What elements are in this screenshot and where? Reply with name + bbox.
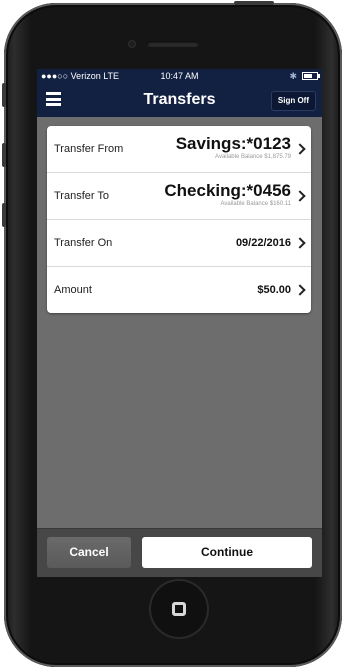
transfer-on-label: Transfer On (54, 237, 113, 249)
status-bar: ●●●○○ Verizon LTE 10:47 AM ✱ (37, 69, 322, 83)
chevron-right-icon (294, 237, 306, 249)
amount-value: $50.00 (257, 284, 291, 296)
battery-icon (302, 72, 320, 80)
transfer-form-card: Transfer From Savings:*0123 Available Ba… (47, 126, 311, 313)
home-square-icon (172, 602, 186, 616)
from-account-balance: Available Balance $1,875.79 (215, 154, 291, 160)
transfer-to-label: Transfer To (54, 190, 110, 202)
transfer-to-row[interactable]: Transfer To Checking:*0456 Available Bal… (47, 173, 311, 220)
phone-frame: ●●●○○ Verizon LTE 10:47 AM ✱ Transfers S… (2, 1, 342, 667)
transfer-from-label: Transfer From (54, 143, 124, 155)
transfer-date-container: 09/22/2016 (236, 220, 291, 266)
amount-row[interactable]: Amount $50.00 (47, 267, 311, 313)
sign-off-button[interactable]: Sign Off (270, 91, 316, 111)
volume-up-button (2, 143, 6, 167)
amount-label: Amount (54, 284, 92, 296)
navigation-bar: Transfers Sign Off (37, 83, 322, 118)
cancel-button[interactable]: Cancel (47, 537, 131, 568)
to-account-name: Checking:*0456 (164, 181, 291, 200)
chevron-right-icon (294, 284, 306, 296)
action-footer: Cancel Continue (37, 528, 322, 577)
transfer-from-row[interactable]: Transfer From Savings:*0123 Available Ba… (47, 126, 311, 173)
transfer-on-row[interactable]: Transfer On 09/22/2016 (47, 220, 311, 267)
chevron-right-icon (294, 190, 306, 202)
status-time: 10:47 AM (160, 71, 199, 81)
chevron-right-icon (294, 143, 306, 155)
from-account-name: Savings:*0123 (175, 134, 291, 153)
front-camera (128, 40, 136, 48)
continue-button[interactable]: Continue (142, 537, 312, 568)
app-screen: ●●●○○ Verizon LTE 10:47 AM ✱ Transfers S… (37, 69, 322, 577)
transfer-from-value: Savings:*0123 Available Balance $1,875.7… (176, 126, 291, 172)
volume-down-button (2, 203, 6, 227)
main-content: Transfer From Savings:*0123 Available Ba… (37, 117, 322, 529)
transfer-date-value: 09/22/2016 (235, 237, 291, 249)
home-button[interactable] (151, 581, 207, 637)
mute-switch (2, 83, 6, 107)
to-account-balance: Available Balance $160.11 (220, 201, 292, 207)
earpiece-speaker (147, 41, 199, 47)
amount-container: $50.00 (257, 267, 291, 313)
power-button (234, 1, 274, 5)
transfer-to-value: Checking:*0456 Available Balance $160.11 (164, 173, 291, 219)
